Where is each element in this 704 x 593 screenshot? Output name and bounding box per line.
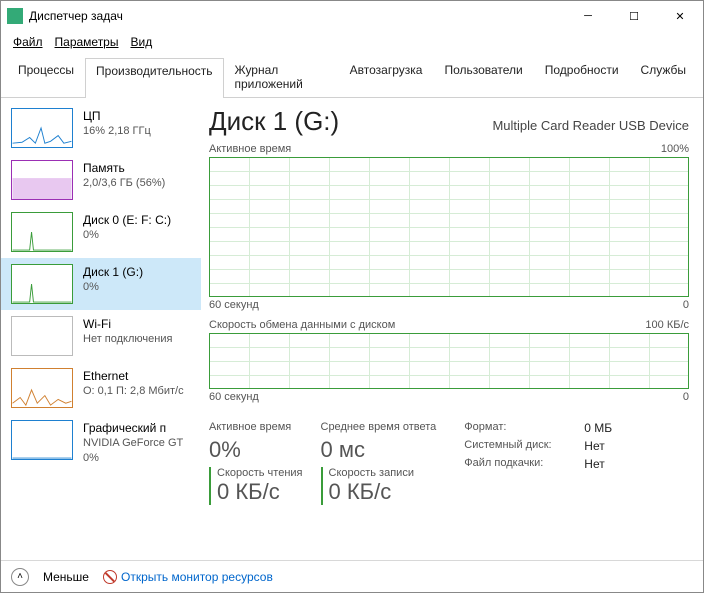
- chart2-canvas: [209, 333, 689, 389]
- read-speed-label: Скорость чтения: [217, 467, 303, 479]
- sidebar-item-sub: 0%: [83, 280, 143, 295]
- thumb-wifi: [11, 316, 73, 356]
- resmon-icon: [103, 570, 117, 584]
- pagefile-label: Файл подкачки:: [464, 457, 574, 471]
- sidebar-item-gpu-6[interactable]: Графический пNVIDIA GeForce GT0%: [1, 414, 201, 472]
- sidebar-item-title: ЦП: [83, 108, 151, 124]
- sidebar-item-disk-2[interactable]: Диск 0 (E: F: C:)0%: [1, 206, 201, 258]
- sidebar-item-sub: 2,0/3,6 ГБ (56%): [83, 176, 165, 191]
- resp-time-label: Среднее время ответа: [321, 421, 437, 433]
- chart1-max: 100%: [661, 143, 689, 155]
- thumb-disk: [11, 264, 73, 304]
- device-name: Multiple Card Reader USB Device: [492, 118, 689, 133]
- write-speed-value: 0 КБ/с: [329, 479, 437, 505]
- sidebar-item-cpu-0[interactable]: ЦП16% 2,18 ГГц: [1, 102, 201, 154]
- chart-throughput: Скорость обмена данными с диском 100 КБ/…: [209, 319, 689, 403]
- tab-apphistory[interactable]: Журнал приложений: [224, 57, 339, 97]
- sidebar-item-disk-3[interactable]: Диск 1 (G:)0%: [1, 258, 201, 310]
- tab-users[interactable]: Пользователи: [433, 57, 533, 97]
- thumb-disk: [11, 212, 73, 252]
- sidebar-item-sub: 16% 2,18 ГГц: [83, 124, 151, 139]
- statusbar: ˄ Меньше Открыть монитор ресурсов: [1, 560, 703, 592]
- tab-startup[interactable]: Автозагрузка: [339, 57, 434, 97]
- sidebar: ЦП16% 2,18 ГГцПамять2,0/3,6 ГБ (56%)Диск…: [1, 98, 201, 560]
- active-time-value: 0%: [209, 437, 303, 463]
- stats: Активное время 0% Скорость чтения 0 КБ/с…: [209, 417, 689, 505]
- resmon-label: Открыть монитор ресурсов: [121, 570, 273, 584]
- tab-performance[interactable]: Производительность: [85, 58, 223, 98]
- fewer-details-link[interactable]: Меньше: [43, 570, 89, 584]
- chart1-xleft: 60 секунд: [209, 299, 259, 311]
- window-title: Диспетчер задач: [29, 9, 123, 23]
- sidebar-item-title: Wi-Fi: [83, 316, 172, 332]
- tab-strip: Процессы Производительность Журнал прило…: [1, 53, 703, 98]
- collapse-icon[interactable]: ˄: [11, 568, 29, 586]
- thumb-eth: [11, 368, 73, 408]
- open-resmon-link[interactable]: Открыть монитор ресурсов: [103, 570, 273, 584]
- sidebar-item-sub: Нет подключения: [83, 332, 172, 347]
- sysdisk-label: Системный диск:: [464, 439, 574, 453]
- sysdisk-value: Нет: [584, 439, 604, 453]
- sidebar-item-sub: О: 0,1 П: 2,8 Мбит/с: [83, 384, 184, 399]
- tab-processes[interactable]: Процессы: [7, 57, 85, 97]
- read-speed-value: 0 КБ/с: [217, 479, 303, 505]
- chart2-max: 100 КБ/с: [645, 319, 689, 331]
- sidebar-item-title: Диск 0 (E: F: C:): [83, 212, 171, 228]
- pagefile-value: Нет: [584, 457, 604, 471]
- active-time-label: Активное время: [209, 421, 303, 433]
- sidebar-item-wifi-4[interactable]: Wi-FiНет подключения: [1, 310, 201, 362]
- chart2-xleft: 60 секунд: [209, 391, 259, 403]
- sidebar-item-title: Память: [83, 160, 165, 176]
- chart-active-time: Активное время 100% 60 секунд 0: [209, 143, 689, 311]
- tab-details[interactable]: Подробности: [534, 57, 630, 97]
- chart2-xright: 0: [683, 391, 689, 403]
- thumb-cpu: [11, 108, 73, 148]
- format-value: 0 МБ: [584, 421, 612, 435]
- sidebar-item-sub: NVIDIA GeForce GT: [83, 436, 183, 451]
- main-panel: Диск 1 (G:) Multiple Card Reader USB Dev…: [201, 98, 703, 560]
- sidebar-item-title: Ethernet: [83, 368, 184, 384]
- menu-options[interactable]: Параметры: [49, 33, 125, 51]
- menu-view[interactable]: Вид: [124, 33, 158, 51]
- sidebar-item-sub2: 0%: [83, 451, 183, 466]
- app-icon: [7, 8, 23, 24]
- format-label: Формат:: [464, 421, 574, 435]
- sidebar-item-sub: 0%: [83, 228, 171, 243]
- sidebar-item-eth-5[interactable]: EthernetО: 0,1 П: 2,8 Мбит/с: [1, 362, 201, 414]
- content: ЦП16% 2,18 ГГцПамять2,0/3,6 ГБ (56%)Диск…: [1, 98, 703, 560]
- titlebar[interactable]: Диспетчер задач ─ ☐ ✕: [1, 1, 703, 31]
- sidebar-item-title: Диск 1 (G:): [83, 264, 143, 280]
- chart1-canvas: [209, 157, 689, 297]
- sidebar-item-title: Графический п: [83, 420, 183, 436]
- thumb-mem: [11, 160, 73, 200]
- menubar: Файл Параметры Вид: [1, 31, 703, 53]
- thumb-gpu: [11, 420, 73, 460]
- menu-file[interactable]: Файл: [7, 33, 49, 51]
- chart2-label: Скорость обмена данными с диском: [209, 319, 395, 331]
- maximize-button[interactable]: ☐: [611, 1, 657, 31]
- chart1-xright: 0: [683, 299, 689, 311]
- sidebar-item-mem-1[interactable]: Память2,0/3,6 ГБ (56%): [1, 154, 201, 206]
- close-button[interactable]: ✕: [657, 1, 703, 31]
- resp-time-value: 0 мс: [321, 437, 437, 463]
- page-title: Диск 1 (G:): [209, 106, 339, 137]
- minimize-button[interactable]: ─: [565, 1, 611, 31]
- tab-services[interactable]: Службы: [630, 57, 697, 97]
- chart1-label: Активное время: [209, 143, 291, 155]
- write-speed-label: Скорость записи: [329, 467, 437, 479]
